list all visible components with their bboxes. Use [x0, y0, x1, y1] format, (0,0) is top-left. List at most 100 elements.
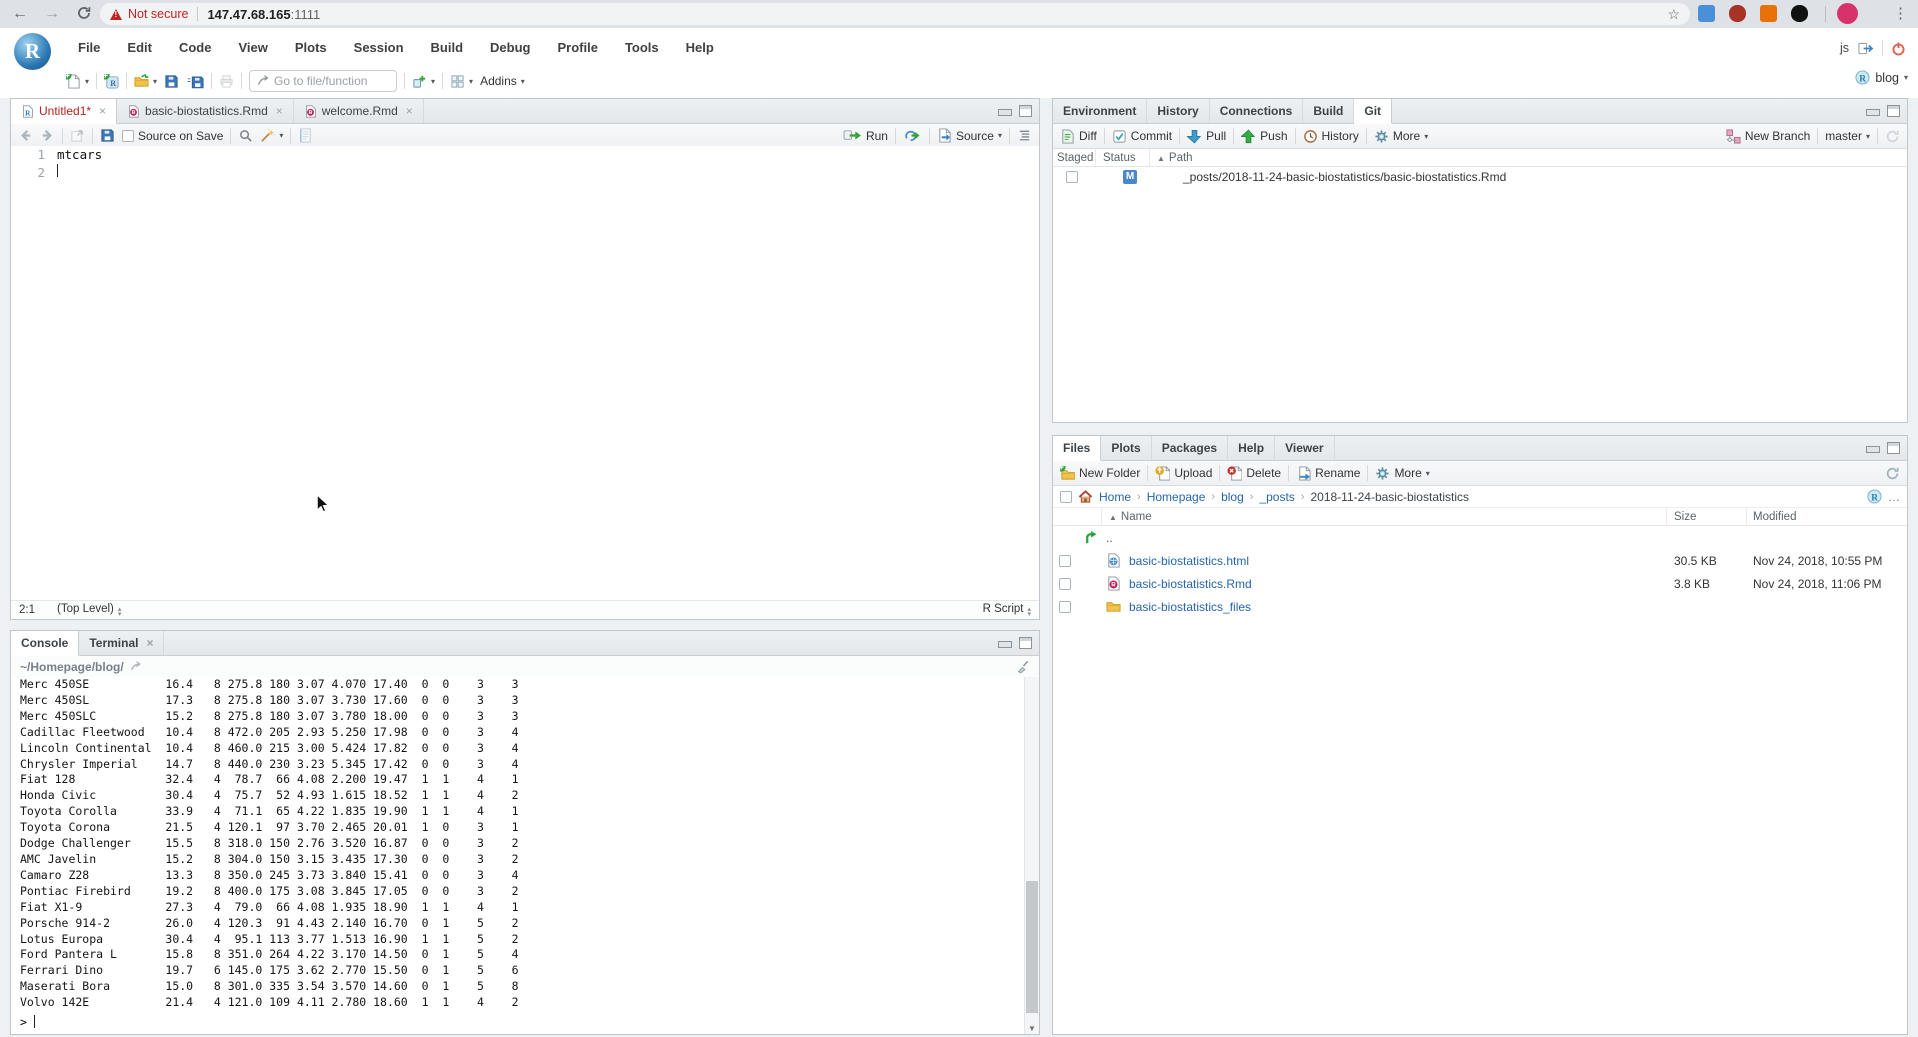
- file-checkbox[interactable]: [1059, 555, 1071, 567]
- project-menu[interactable]: blog ▾: [1855, 70, 1908, 85]
- code-tools-button[interactable]: ▾: [260, 128, 283, 143]
- folder-link[interactable]: basic-biostatistics_files: [1129, 600, 1251, 614]
- menu-item[interactable]: View: [238, 40, 267, 55]
- staged-checkbox[interactable]: [1066, 171, 1078, 183]
- address-bar[interactable]: Not secure 147.47.68.165:1111 ☆: [100, 3, 1690, 25]
- back-button[interactable]: [18, 128, 33, 143]
- tab-files[interactable]: Files: [1053, 436, 1101, 461]
- column-modified[interactable]: Modified: [1753, 511, 1796, 523]
- column-status[interactable]: Status: [1103, 152, 1136, 164]
- git-more-button[interactable]: More▾: [1374, 129, 1428, 144]
- tab-terminal[interactable]: Terminal×: [79, 631, 164, 655]
- scrollbar-thumb[interactable]: [1026, 881, 1038, 1013]
- branch-selector[interactable]: master▾: [1825, 129, 1870, 143]
- console-scrollbar[interactable]: ▼: [1024, 677, 1039, 1034]
- file-link[interactable]: basic-biostatistics.html: [1129, 554, 1249, 568]
- security-label[interactable]: Not secure: [128, 7, 188, 21]
- tab-environment[interactable]: Environment: [1053, 99, 1147, 123]
- menu-item[interactable]: Debug: [490, 40, 530, 55]
- browser-forward-button[interactable]: →: [44, 3, 60, 25]
- file-row-html[interactable]: basic-biostatistics.html 30.5 KB Nov 24,…: [1053, 549, 1907, 572]
- breadcrumb-posts[interactable]: _posts: [1259, 490, 1294, 504]
- breadcrumb-homepage[interactable]: Homepage: [1147, 490, 1206, 504]
- browser-back-button[interactable]: ←: [12, 3, 28, 25]
- tab-history[interactable]: History: [1147, 99, 1209, 123]
- file-row-rmd[interactable]: basic-biostatistics.Rmd 3.8 KB Nov 24, 2…: [1053, 572, 1907, 595]
- console-prompt[interactable]: >: [20, 1015, 35, 1031]
- quit-session-icon[interactable]: [1891, 41, 1906, 56]
- minimize-pane-icon[interactable]: [1866, 109, 1880, 116]
- browser-menu-icon[interactable]: ⋮: [1893, 4, 1908, 22]
- scope-selector[interactable]: (Top Level)▴▾: [57, 603, 121, 617]
- maximize-pane-icon[interactable]: [1019, 105, 1032, 117]
- git-diff-button[interactable]: Diff: [1060, 129, 1097, 144]
- minimize-pane-icon[interactable]: [998, 641, 1012, 648]
- menu-item[interactable]: Help: [686, 40, 714, 55]
- scrollbar-down-arrow[interactable]: ▼: [1025, 1024, 1039, 1033]
- sign-out-icon[interactable]: [1857, 41, 1874, 56]
- extension-icon-1[interactable]: [1698, 5, 1715, 22]
- forward-button[interactable]: [40, 128, 55, 143]
- run-button[interactable]: Run: [843, 128, 888, 143]
- print-button[interactable]: [219, 74, 234, 89]
- git-commit-button[interactable]: Commit: [1112, 129, 1172, 144]
- tab-plots[interactable]: Plots: [1101, 436, 1151, 460]
- column-staged[interactable]: Staged: [1053, 152, 1093, 164]
- new-file-button[interactable]: ▾: [66, 74, 89, 89]
- new-project-button[interactable]: [104, 74, 119, 89]
- breadcrumb-home[interactable]: Home: [1099, 490, 1131, 504]
- delete-button[interactable]: Delete: [1227, 466, 1281, 481]
- tab-git[interactable]: Git: [1354, 99, 1392, 124]
- git-push-button[interactable]: Push: [1241, 129, 1287, 144]
- maximize-pane-icon[interactable]: [1887, 442, 1900, 454]
- tab-connections[interactable]: Connections: [1210, 99, 1304, 123]
- column-size[interactable]: Size: [1674, 511, 1696, 523]
- save-button[interactable]: [164, 74, 179, 89]
- extension-icon-4[interactable]: [1791, 5, 1808, 22]
- compile-report-button[interactable]: [298, 128, 313, 143]
- parent-directory-icon[interactable]: [1083, 530, 1098, 545]
- select-all-checkbox[interactable]: [1060, 491, 1072, 503]
- files-more-button[interactable]: More▾: [1375, 466, 1429, 481]
- file-row-up[interactable]: ..: [1053, 526, 1907, 549]
- close-tab-icon[interactable]: ×: [406, 104, 413, 118]
- tab-welcome-rmd[interactable]: welcome.Rmd×: [294, 99, 424, 123]
- source-on-save-checkbox[interactable]: Source on Save: [122, 129, 223, 143]
- menu-item[interactable]: Code: [179, 40, 212, 55]
- clear-console-icon[interactable]: [1015, 659, 1030, 674]
- maximize-pane-icon[interactable]: [1019, 637, 1032, 649]
- breadcrumb-blog[interactable]: blog: [1221, 490, 1244, 504]
- file-row-files-folder[interactable]: basic-biostatistics_files: [1053, 595, 1907, 618]
- menu-item[interactable]: Build: [431, 40, 464, 55]
- upload-button[interactable]: Upload: [1155, 466, 1212, 481]
- tab-build[interactable]: Build: [1303, 99, 1354, 123]
- files-refresh-button[interactable]: [1885, 466, 1900, 481]
- menu-item[interactable]: Session: [354, 40, 404, 55]
- new-folder-button[interactable]: New Folder: [1060, 466, 1140, 481]
- tab-basic-biostatistics-rmd[interactable]: basic-biostatistics.Rmd×: [117, 99, 294, 123]
- save-file-button[interactable]: [100, 128, 115, 143]
- git-history-button[interactable]: History: [1303, 129, 1359, 144]
- show-in-new-window-button[interactable]: [70, 128, 85, 143]
- close-tab-icon[interactable]: ×: [99, 104, 106, 118]
- menu-item[interactable]: Plots: [295, 40, 327, 55]
- file-link[interactable]: basic-biostatistics.Rmd: [1129, 577, 1252, 591]
- open-file-button[interactable]: ▾: [134, 74, 157, 89]
- tab-help[interactable]: Help: [1228, 436, 1275, 460]
- close-tab-icon[interactable]: ×: [276, 104, 283, 118]
- extension-icon-2[interactable]: [1729, 5, 1746, 22]
- minimize-pane-icon[interactable]: [998, 109, 1012, 116]
- addins-button[interactable]: Addins▾: [480, 74, 525, 88]
- home-icon[interactable]: [1078, 489, 1093, 504]
- tab-untitled1[interactable]: Untitled1*×: [11, 99, 117, 124]
- rename-button[interactable]: Rename: [1296, 466, 1360, 481]
- tab-console[interactable]: Console: [11, 631, 79, 656]
- browser-profile-avatar[interactable]: [1837, 3, 1858, 24]
- find-replace-button[interactable]: [238, 128, 253, 143]
- code-editor[interactable]: 1mtcars 2: [11, 146, 1039, 601]
- menu-item[interactable]: Profile: [557, 40, 597, 55]
- minimize-pane-icon[interactable]: [1866, 446, 1880, 453]
- document-outline-button[interactable]: [1017, 128, 1032, 143]
- security-warning-icon[interactable]: [110, 9, 122, 20]
- maximize-pane-icon[interactable]: [1887, 105, 1900, 117]
